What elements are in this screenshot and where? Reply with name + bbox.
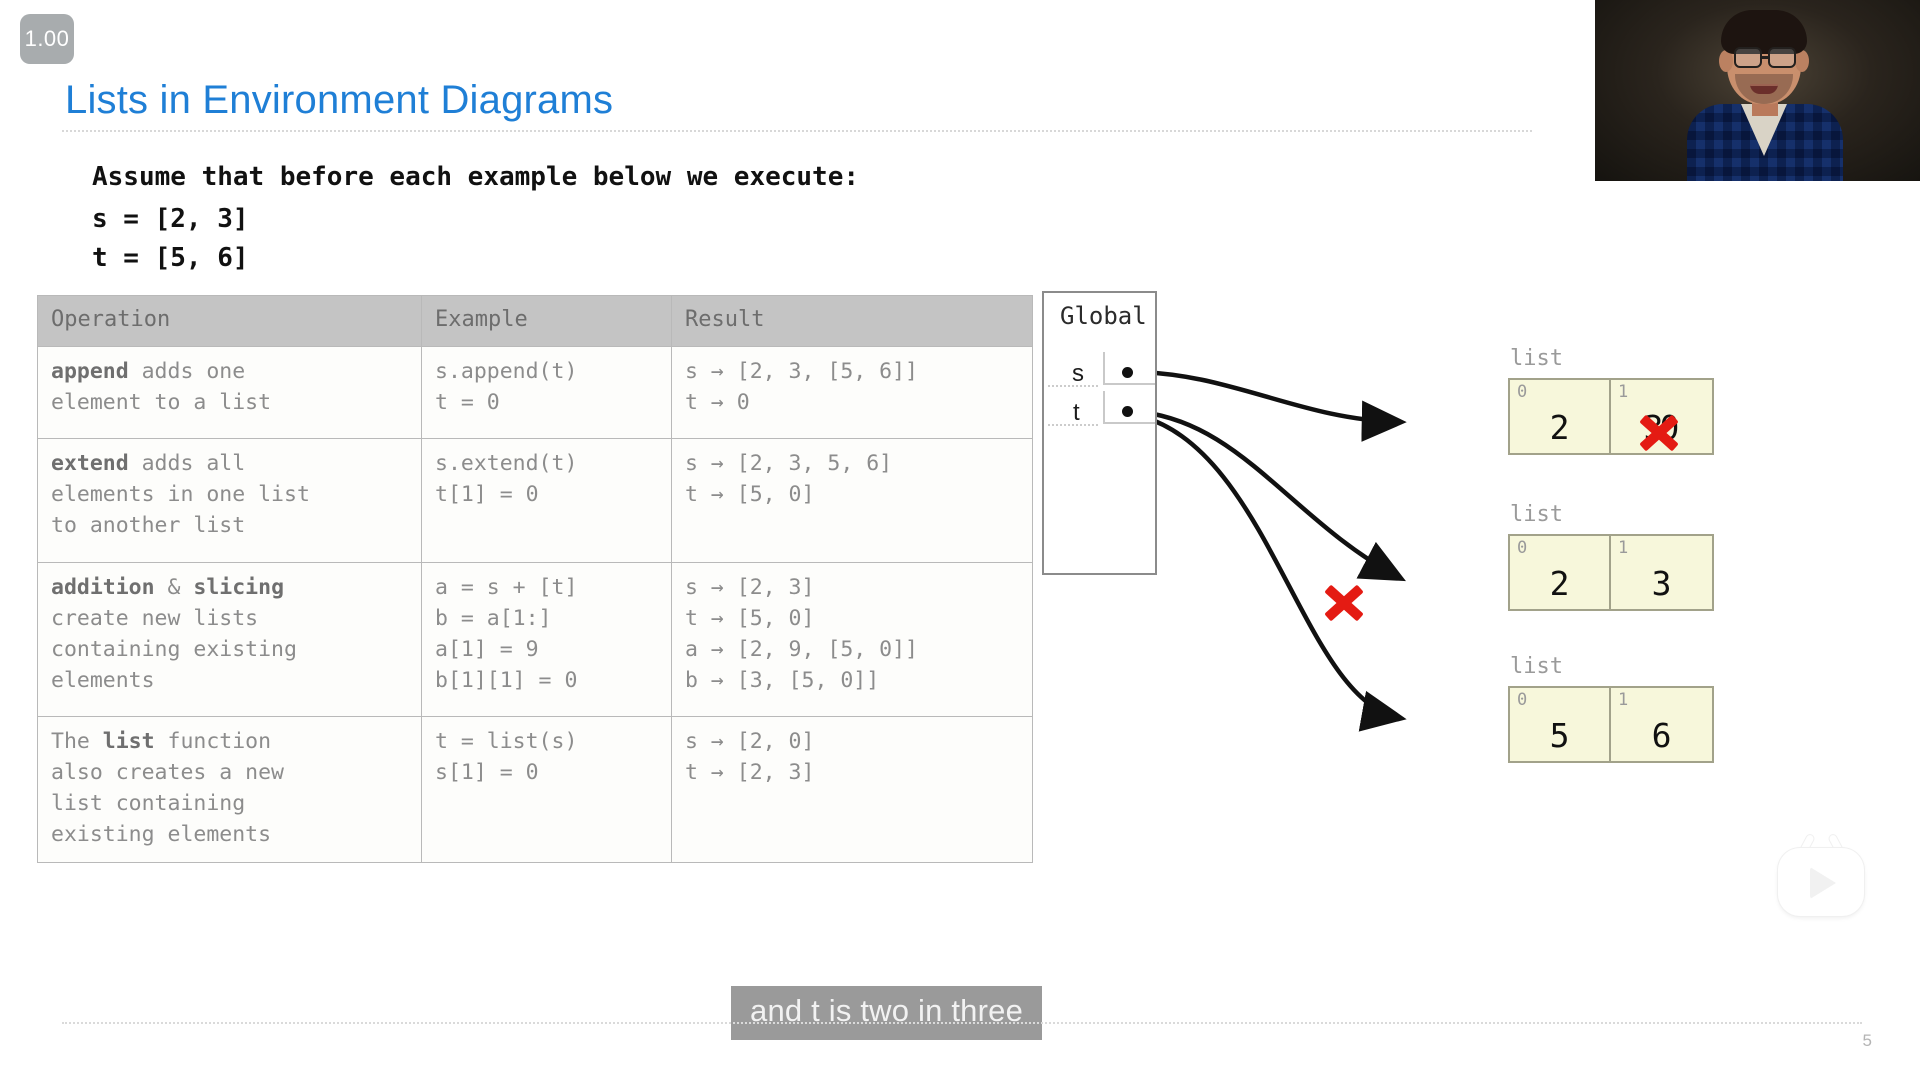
list-object-label: list	[1510, 502, 1563, 527]
list-cell-value: 5	[1549, 716, 1570, 755]
subtitle-caption: and t is two in three	[731, 986, 1043, 1040]
list-object-2: list 0 2 1 3	[1508, 502, 1714, 611]
page-number: 5	[1862, 1031, 1872, 1050]
tv-play-icon[interactable]	[1778, 833, 1864, 916]
list-cell: 1 6	[1611, 688, 1712, 761]
list-cell-index: 1	[1618, 690, 1629, 710]
global-frame-label: Global	[1060, 302, 1147, 330]
play-triangle-icon	[1810, 867, 1836, 899]
list-cell-index: 0	[1517, 690, 1528, 710]
list-cell-value: 0	[1659, 408, 1680, 447]
list-cell-value: 2	[1549, 564, 1570, 603]
list-cell-value: 6	[1651, 716, 1672, 755]
footer-divider	[62, 1022, 1862, 1024]
list-object-label: list	[1510, 346, 1563, 371]
list-cells: 0 2 1 3	[1508, 534, 1714, 611]
list-cell: 1 3	[1611, 536, 1712, 609]
list-cell: 0 5	[1510, 688, 1611, 761]
binding-name-s: s	[1072, 360, 1084, 387]
list-cell-value: 2	[1549, 408, 1570, 447]
list-cell-value: 3	[1651, 564, 1672, 603]
list-cells: 0 5 1 6	[1508, 686, 1714, 763]
list-cell-index: 0	[1517, 382, 1528, 402]
list-object-1: list 0 2 1 3 0	[1508, 346, 1714, 455]
list-cell: 0 2	[1510, 380, 1611, 453]
slide-stage: 1.00 Lists in Environment Diagrams Assum…	[0, 0, 1920, 1080]
arrow-t-to-list2	[1130, 408, 1406, 582]
list-cell-index: 1	[1618, 382, 1629, 402]
list-cells: 0 2 1 3 0	[1508, 378, 1714, 455]
list-cell: 1 3 0	[1611, 380, 1712, 453]
binding-pointer-dot-t	[1122, 406, 1133, 417]
arrow-s-to-list1	[1130, 369, 1407, 442]
global-frame-box	[1042, 291, 1157, 575]
list-cell: 0 2	[1510, 536, 1611, 609]
list-object-3: list 0 5 1 6	[1508, 654, 1714, 763]
binding-pointer-dot-s	[1122, 367, 1133, 378]
binding-name-t: t	[1073, 399, 1080, 426]
list-cell-index: 0	[1517, 538, 1528, 558]
list-object-label: list	[1510, 654, 1563, 679]
list-cell-index: 1	[1618, 538, 1629, 558]
arrow-t-to-list3	[1130, 411, 1407, 732]
